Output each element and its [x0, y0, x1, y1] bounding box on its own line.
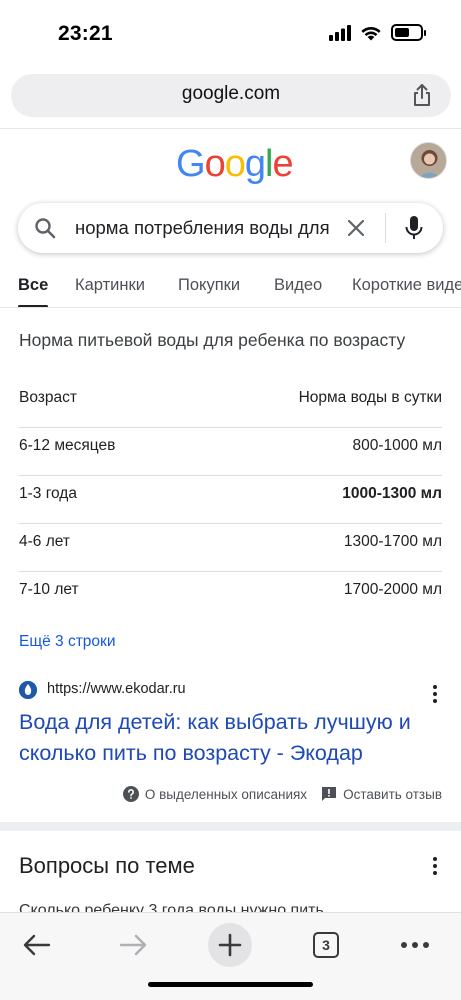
section-separator	[0, 822, 461, 831]
status-time: 23:21	[58, 22, 113, 45]
search-input[interactable]: норма потребления воды для ребенка	[75, 217, 330, 239]
wifi-icon	[361, 26, 381, 40]
battery-icon	[391, 24, 426, 41]
table-cell: 4-6 лет	[19, 533, 70, 550]
table-cell: 6-12 месяцев	[19, 437, 116, 454]
logo-letter: o	[204, 143, 226, 185]
status-bar: 23:21	[0, 0, 461, 66]
feedback-label: Оставить отзыв	[343, 786, 442, 802]
feedback-icon	[322, 787, 337, 801]
result-url[interactable]: https://www.ekodar.ru	[47, 681, 186, 697]
tab-videos[interactable]: Видео	[274, 276, 322, 295]
more-horizontal-icon	[401, 942, 429, 948]
help-icon	[122, 786, 139, 802]
site-favicon-icon	[19, 681, 37, 699]
account-avatar[interactable]	[410, 142, 447, 179]
about-snippets-label: О выделенных описаниях	[144, 786, 308, 802]
home-indicator[interactable]	[148, 982, 313, 987]
back-button[interactable]	[15, 923, 59, 967]
cellular-signal-icon	[329, 24, 351, 41]
logo-letter: o	[224, 143, 246, 185]
table-cell: 7-10 лет	[19, 581, 79, 598]
logo-letter: g	[244, 143, 266, 185]
snippet-table: Возраст Норма воды в сутки 6-12 месяцев …	[19, 380, 442, 620]
about-featured-snippets-button[interactable]: О выделенных описаниях	[122, 786, 308, 802]
table-cell: 1-3 года	[19, 485, 77, 502]
more-options-icon[interactable]	[428, 856, 442, 876]
tab-all[interactable]: Все	[18, 276, 48, 295]
address-bar[interactable]: google.com	[11, 74, 451, 117]
arrow-left-icon	[23, 934, 51, 956]
search-divider	[385, 213, 386, 243]
logo-letter: G	[176, 143, 206, 185]
divider	[0, 307, 461, 308]
table-cell-highlighted: 1000-1300 мл	[342, 485, 442, 502]
table-cell: 1300-1700 мл	[343, 533, 442, 550]
table-header-row: Возраст Норма воды в сутки	[19, 380, 442, 428]
menu-button[interactable]	[393, 923, 437, 967]
divider	[0, 128, 461, 129]
table-row: 6-12 месяцев 800-1000 мл	[19, 428, 442, 476]
table-row: 7-10 лет 1700-2000 мл	[19, 572, 442, 620]
tab-switcher-button[interactable]: 3	[304, 923, 348, 967]
related-question-item[interactable]: Сколько ребенку 3 года воды нужно пить	[19, 900, 324, 912]
clear-icon[interactable]	[345, 217, 367, 239]
google-logo[interactable]: Google	[176, 143, 294, 186]
feedback-button[interactable]: Оставить отзыв	[321, 786, 442, 802]
table-row: 4-6 лет 1300-1700 мл	[19, 524, 442, 572]
share-icon[interactable]	[411, 83, 433, 107]
forward-button[interactable]	[111, 923, 155, 967]
search-icon[interactable]	[33, 216, 57, 240]
snippet-feedback-row: О выделенных описаниях Оставить отзыв	[122, 786, 442, 802]
microphone-icon[interactable]	[403, 215, 425, 241]
table-header-cell: Возраст	[19, 389, 77, 406]
snippet-title: Норма питьевой воды для ребенка по возра…	[19, 330, 406, 350]
search-tabs: Все Картинки Покупки Видео Короткие виде…	[0, 268, 461, 308]
table-header-cell: Норма воды в сутки	[298, 389, 442, 406]
avatar-image	[411, 143, 446, 178]
more-options-icon[interactable]	[428, 684, 442, 704]
result-title-link[interactable]: Вода для детей: как выбрать лучшую и ско…	[19, 707, 449, 769]
table-row: 1-3 года 1000-1300 мл	[19, 476, 442, 524]
related-questions-title: Вопросы по теме	[19, 853, 195, 878]
status-icons	[329, 24, 426, 41]
new-tab-button[interactable]	[208, 923, 252, 967]
tab-images[interactable]: Картинки	[75, 276, 145, 295]
plus-icon	[218, 933, 242, 957]
more-rows-link[interactable]: Ещё 3 строки	[19, 633, 115, 651]
search-box[interactable]: норма потребления воды для ребенка	[18, 203, 443, 253]
url-text: google.com	[181, 83, 281, 104]
tab-short-videos[interactable]: Короткие видео	[352, 276, 461, 295]
arrow-right-icon	[119, 934, 147, 956]
tab-shopping[interactable]: Покупки	[178, 276, 240, 295]
tab-count: 3	[313, 932, 339, 958]
table-cell: 800-1000 мл	[352, 437, 442, 454]
table-cell: 1700-2000 мл	[343, 581, 442, 598]
logo-letter: e	[272, 143, 293, 185]
